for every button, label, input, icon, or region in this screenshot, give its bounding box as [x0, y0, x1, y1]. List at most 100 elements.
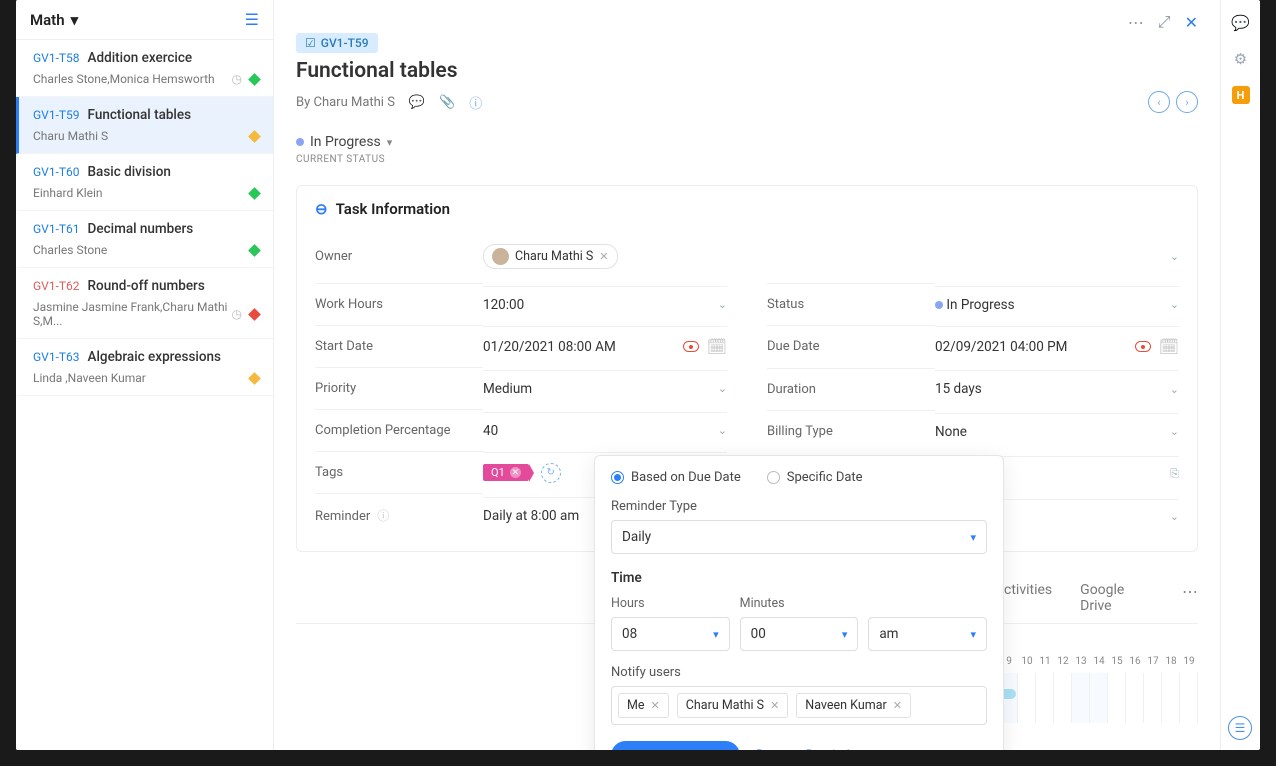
- project-dropdown[interactable]: Math ▾: [30, 11, 78, 29]
- start-date-field[interactable]: 01/20/2021 08:00 AM🗓: [483, 326, 727, 366]
- task-owners: Linda ,Naveen Kumar: [33, 371, 146, 385]
- chevron-down-icon: ⌄: [1170, 298, 1179, 311]
- priority-dot: [248, 244, 261, 257]
- task-id: GV1-T58: [33, 51, 80, 65]
- task-name: Round-off numbers: [88, 278, 205, 294]
- user-chip: Me✕: [618, 693, 669, 718]
- task-owners: Charu Mathi S: [33, 129, 108, 143]
- right-rail: 💬 ⚙ H: [1220, 0, 1260, 750]
- status-dropdown[interactable]: In Progress ▾: [296, 134, 392, 150]
- billing-field[interactable]: None⌄: [935, 413, 1179, 450]
- tags-more-icon[interactable]: ⎘: [1170, 467, 1179, 481]
- notify-label: Notify users: [611, 665, 987, 680]
- collapse-icon[interactable]: ⊖: [315, 200, 328, 218]
- task-id-pill[interactable]: ☑ GV1-T59: [296, 33, 378, 53]
- info-icon[interactable]: ⓘ: [469, 93, 482, 112]
- duration-field[interactable]: 15 days⌄: [935, 370, 1179, 407]
- chevron-down-icon: ⌄: [718, 382, 727, 395]
- remove-owner-icon[interactable]: ✕: [599, 250, 608, 263]
- task-owners: Jasmine Jasmine Frank,Charu Mathi S,M...: [33, 300, 232, 328]
- task-item[interactable]: GV1-T63Algebraic expressions Linda ,Nave…: [16, 339, 273, 396]
- update-reminder-button[interactable]: Update reminder: [611, 741, 740, 750]
- task-item[interactable]: GV1-T61 Decimal numbers Charles Stone: [16, 211, 273, 268]
- tags-label: Tags: [315, 451, 483, 493]
- task-name: Functional tables: [88, 107, 192, 123]
- visibility-icon: [683, 341, 699, 352]
- sidebar: Math ▾ ☰ GV1-T58Addition exercice Charle…: [16, 0, 274, 750]
- expand-icon[interactable]: ⤢: [1158, 12, 1171, 32]
- chevron-down-icon: ▾: [970, 531, 976, 544]
- task-id: GV1-T61: [33, 222, 80, 236]
- work-hours-field[interactable]: 120:00⌄: [483, 286, 727, 323]
- page-title: Functional tables: [296, 59, 1198, 83]
- reminder-popover: Based on Due Date Specific Date Reminder…: [594, 455, 1004, 750]
- task-id: GV1-T60: [33, 165, 80, 179]
- task-name: Basic division: [88, 164, 171, 180]
- author-line: By Charu Mathi S: [296, 95, 395, 110]
- remove-tag-icon[interactable]: ✕: [510, 467, 521, 478]
- remove-reminder-link[interactable]: Remove Reminder: [756, 748, 861, 750]
- calendar-icon[interactable]: 🗓: [1159, 337, 1179, 356]
- task-item[interactable]: GV1-T62Round-off numbers Jasmine Jasmine…: [16, 268, 273, 339]
- tab-google-drive[interactable]: Google Drive: [1080, 582, 1154, 623]
- user-chip: Naveen Kumar✕: [796, 693, 911, 718]
- priority-label: Priority: [315, 367, 483, 409]
- minutes-select[interactable]: 00▾: [740, 617, 859, 651]
- due-date-label: Due Date: [767, 325, 935, 367]
- chevron-down-icon: ▾: [71, 11, 79, 29]
- owner-label: Owner: [315, 236, 483, 277]
- hours-select[interactable]: 08▾: [611, 617, 730, 651]
- time-heading: Time: [611, 570, 987, 586]
- owner-chip: Charu Mathi S ✕: [483, 244, 618, 269]
- reminder-type-select[interactable]: Daily▾: [611, 520, 987, 554]
- attachment-icon[interactable]: 📎: [439, 95, 455, 110]
- priority-field[interactable]: Medium⌄: [483, 370, 727, 407]
- fab-button[interactable]: ☰: [1228, 716, 1252, 740]
- priority-dot: [248, 73, 261, 86]
- billing-label: Billing Type: [767, 410, 935, 452]
- ampm-select[interactable]: am▾: [868, 617, 987, 651]
- add-tag-icon[interactable]: ↻: [541, 463, 561, 483]
- due-date-field[interactable]: 02/09/2021 04:00 PM🗓: [935, 326, 1179, 366]
- app-window: Math ▾ ☰ GV1-T58Addition exercice Charle…: [16, 0, 1260, 750]
- close-icon[interactable]: ✕: [1185, 13, 1198, 32]
- comment-icon[interactable]: 💬: [409, 95, 425, 110]
- tabs-more-icon[interactable]: ⋯: [1182, 582, 1198, 623]
- task-name: Decimal numbers: [88, 221, 194, 237]
- task-owners: Charles Stone: [33, 243, 107, 257]
- radio-specific-date[interactable]: Specific Date: [767, 470, 863, 485]
- radio-based-on-due[interactable]: Based on Due Date: [611, 470, 741, 485]
- project-name: Math: [30, 11, 65, 29]
- nav-arrows: ‹ ›: [1148, 91, 1198, 113]
- calendar-icon[interactable]: 🗓: [707, 337, 727, 356]
- chevron-down-icon: ⌄: [718, 298, 727, 311]
- completion-field[interactable]: 40⌄: [483, 412, 727, 449]
- chevron-down-icon: ▾: [842, 628, 848, 641]
- remove-user-icon[interactable]: ✕: [651, 699, 660, 712]
- sidebar-collapse-icon[interactable]: ☰: [245, 10, 259, 29]
- status-field[interactable]: In Progress⌄: [935, 286, 1179, 323]
- task-owners: Einhard Klein: [33, 186, 103, 200]
- status-value: In Progress: [310, 134, 381, 150]
- task-item[interactable]: GV1-T59Functional tables Charu Mathi S: [16, 97, 273, 154]
- next-task-button[interactable]: ›: [1176, 91, 1198, 113]
- chevron-down-icon: ⌄: [1170, 250, 1179, 263]
- reminder-type-label: Reminder Type: [611, 499, 987, 514]
- owner-field[interactable]: Charu Mathi S ✕ ⌄: [483, 234, 1179, 279]
- priority-dot: [248, 372, 261, 385]
- task-item[interactable]: GV1-T58Addition exercice Charles Stone,M…: [16, 40, 273, 97]
- help-badge[interactable]: H: [1232, 86, 1250, 104]
- info-icon[interactable]: ⓘ: [374, 509, 389, 523]
- gear-icon[interactable]: ⚙: [1234, 50, 1247, 68]
- reminder-mode: Based on Due Date Specific Date: [611, 470, 987, 485]
- remove-user-icon[interactable]: ✕: [893, 699, 902, 712]
- prev-task-button[interactable]: ‹: [1148, 91, 1170, 113]
- chevron-down-icon: ▾: [387, 136, 393, 149]
- remove-user-icon[interactable]: ✕: [770, 699, 779, 712]
- status-caption: CURRENT STATUS: [296, 154, 1198, 165]
- notify-users-input[interactable]: Me✕ Charu Mathi S✕ Naveen Kumar✕: [611, 686, 987, 725]
- task-item[interactable]: GV1-T60 Basic division Einhard Klein: [16, 154, 273, 211]
- chat-icon[interactable]: 💬: [1231, 14, 1250, 32]
- more-icon[interactable]: ⋯: [1128, 13, 1144, 32]
- check-icon: ☑: [305, 36, 316, 50]
